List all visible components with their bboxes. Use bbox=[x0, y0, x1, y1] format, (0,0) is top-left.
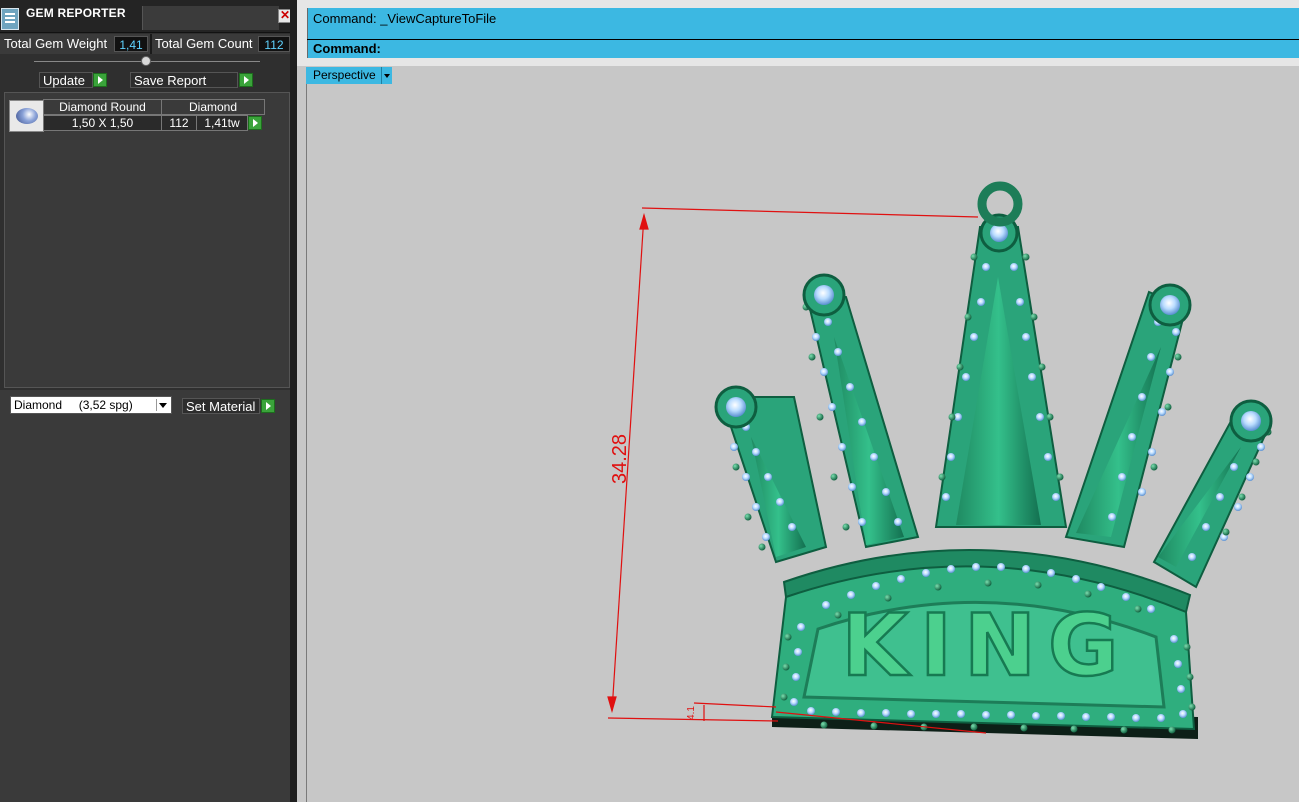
total-gem-count-value: 112 bbox=[258, 36, 290, 52]
panel-title: GEM REPORTER bbox=[26, 6, 126, 20]
command-history: Command: _ViewCaptureToFile bbox=[307, 8, 1299, 39]
splitter-handle[interactable] bbox=[141, 56, 151, 66]
gem-row-arrow-icon[interactable] bbox=[248, 116, 262, 130]
panel-splitter[interactable] bbox=[290, 0, 297, 802]
command-prompt: Command: bbox=[313, 41, 381, 56]
height-dimension-label: 34.28 bbox=[609, 434, 631, 484]
update-button[interactable]: Update bbox=[39, 72, 93, 88]
total-gem-weight-label: Total Gem Weight bbox=[4, 36, 108, 51]
update-arrow-icon[interactable] bbox=[93, 73, 107, 87]
model-text: KING bbox=[841, 596, 1130, 696]
command-history-text: Command: _ViewCaptureToFile bbox=[313, 11, 497, 26]
command-input[interactable] bbox=[386, 40, 1286, 58]
gem-count: 112 bbox=[161, 115, 197, 131]
set-material-arrow-icon[interactable] bbox=[261, 399, 275, 413]
summary-divider bbox=[150, 34, 152, 54]
material-select[interactable]: Diamond (3,52 spg) bbox=[10, 396, 172, 414]
chevron-down-icon[interactable] bbox=[156, 399, 169, 411]
total-gem-count-label: Total Gem Count bbox=[155, 36, 253, 51]
chevron-down-icon[interactable] bbox=[381, 67, 392, 84]
total-gem-weight-value: 1,41 bbox=[114, 36, 148, 52]
gem-size: 1,50 X 1,50 bbox=[43, 115, 162, 131]
set-material-button[interactable]: Set Material bbox=[182, 398, 260, 414]
gem-list: Diamond Round Diamond 1,50 X 1,50 112 1,… bbox=[4, 92, 290, 388]
panel-titlebar: GEM REPORTER ✕ bbox=[0, 0, 296, 33]
viewport-scene[interactable]: KING 34.28 4.1 bbox=[306, 67, 1299, 802]
material-area bbox=[0, 390, 296, 802]
viewport-title-tab[interactable]: Perspective bbox=[306, 67, 392, 84]
save-report-button[interactable]: Save Report bbox=[130, 72, 238, 88]
king-crown-pendant[interactable]: KING bbox=[714, 181, 1273, 739]
gem-shape-header: Diamond Round bbox=[43, 99, 162, 115]
gem-weight: 1,41tw bbox=[196, 115, 248, 131]
gem-reporter-panel: GEM REPORTER ✕ Total Gem Weight 1,41 Tot… bbox=[0, 0, 297, 802]
gem-reporter-icon bbox=[1, 8, 19, 30]
panel-tab-area bbox=[142, 6, 279, 30]
prong-4 bbox=[1064, 290, 1188, 549]
material-select-value: Diamond (3,52 spg) bbox=[14, 398, 133, 412]
small-dimension-label: 4.1 bbox=[686, 706, 697, 720]
save-report-arrow-icon[interactable] bbox=[239, 73, 253, 87]
command-line[interactable]: Command: bbox=[307, 40, 1299, 58]
gem-material-header: Diamond bbox=[161, 99, 265, 115]
round-diamond-icon bbox=[9, 100, 44, 132]
